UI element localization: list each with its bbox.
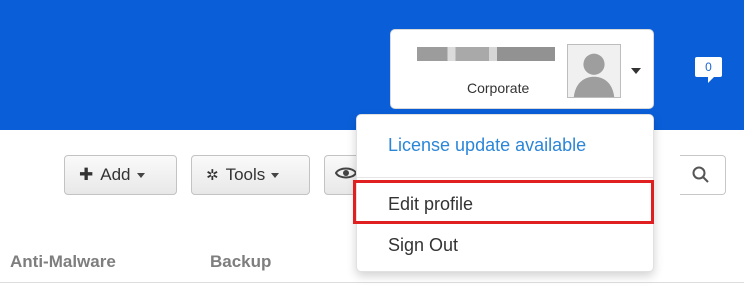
- gear-icon: ✲: [206, 167, 219, 184]
- edit-profile-highlight: [353, 180, 654, 224]
- chevron-down-icon: [271, 172, 280, 178]
- tools-button[interactable]: ✲ Tools: [191, 155, 310, 195]
- menu-item-license-update[interactable]: License update available: [388, 135, 586, 156]
- tools-label: Tools: [225, 165, 266, 184]
- account-name-blurred: [417, 47, 555, 61]
- table-divider: [0, 282, 744, 283]
- account-org: Corporate: [467, 80, 530, 96]
- column-header-anti-malware[interactable]: Anti-Malware: [10, 252, 116, 272]
- plus-icon: ✚: [79, 165, 94, 184]
- user-avatar-icon: [567, 44, 621, 98]
- search-button[interactable]: [680, 155, 726, 195]
- top-header: Corporate 0: [0, 0, 744, 130]
- menu-item-sign-out[interactable]: Sign Out: [388, 235, 458, 256]
- search-icon: [692, 166, 709, 183]
- chevron-down-icon: [136, 172, 145, 178]
- chevron-down-icon: [631, 68, 641, 74]
- menu-divider: [357, 177, 653, 178]
- notifications-badge[interactable]: 0: [695, 57, 722, 83]
- column-header-backup[interactable]: Backup: [210, 252, 271, 272]
- add-label: Add: [100, 165, 131, 184]
- add-button[interactable]: ✚ Add: [64, 155, 177, 195]
- account-button[interactable]: Corporate: [390, 29, 654, 109]
